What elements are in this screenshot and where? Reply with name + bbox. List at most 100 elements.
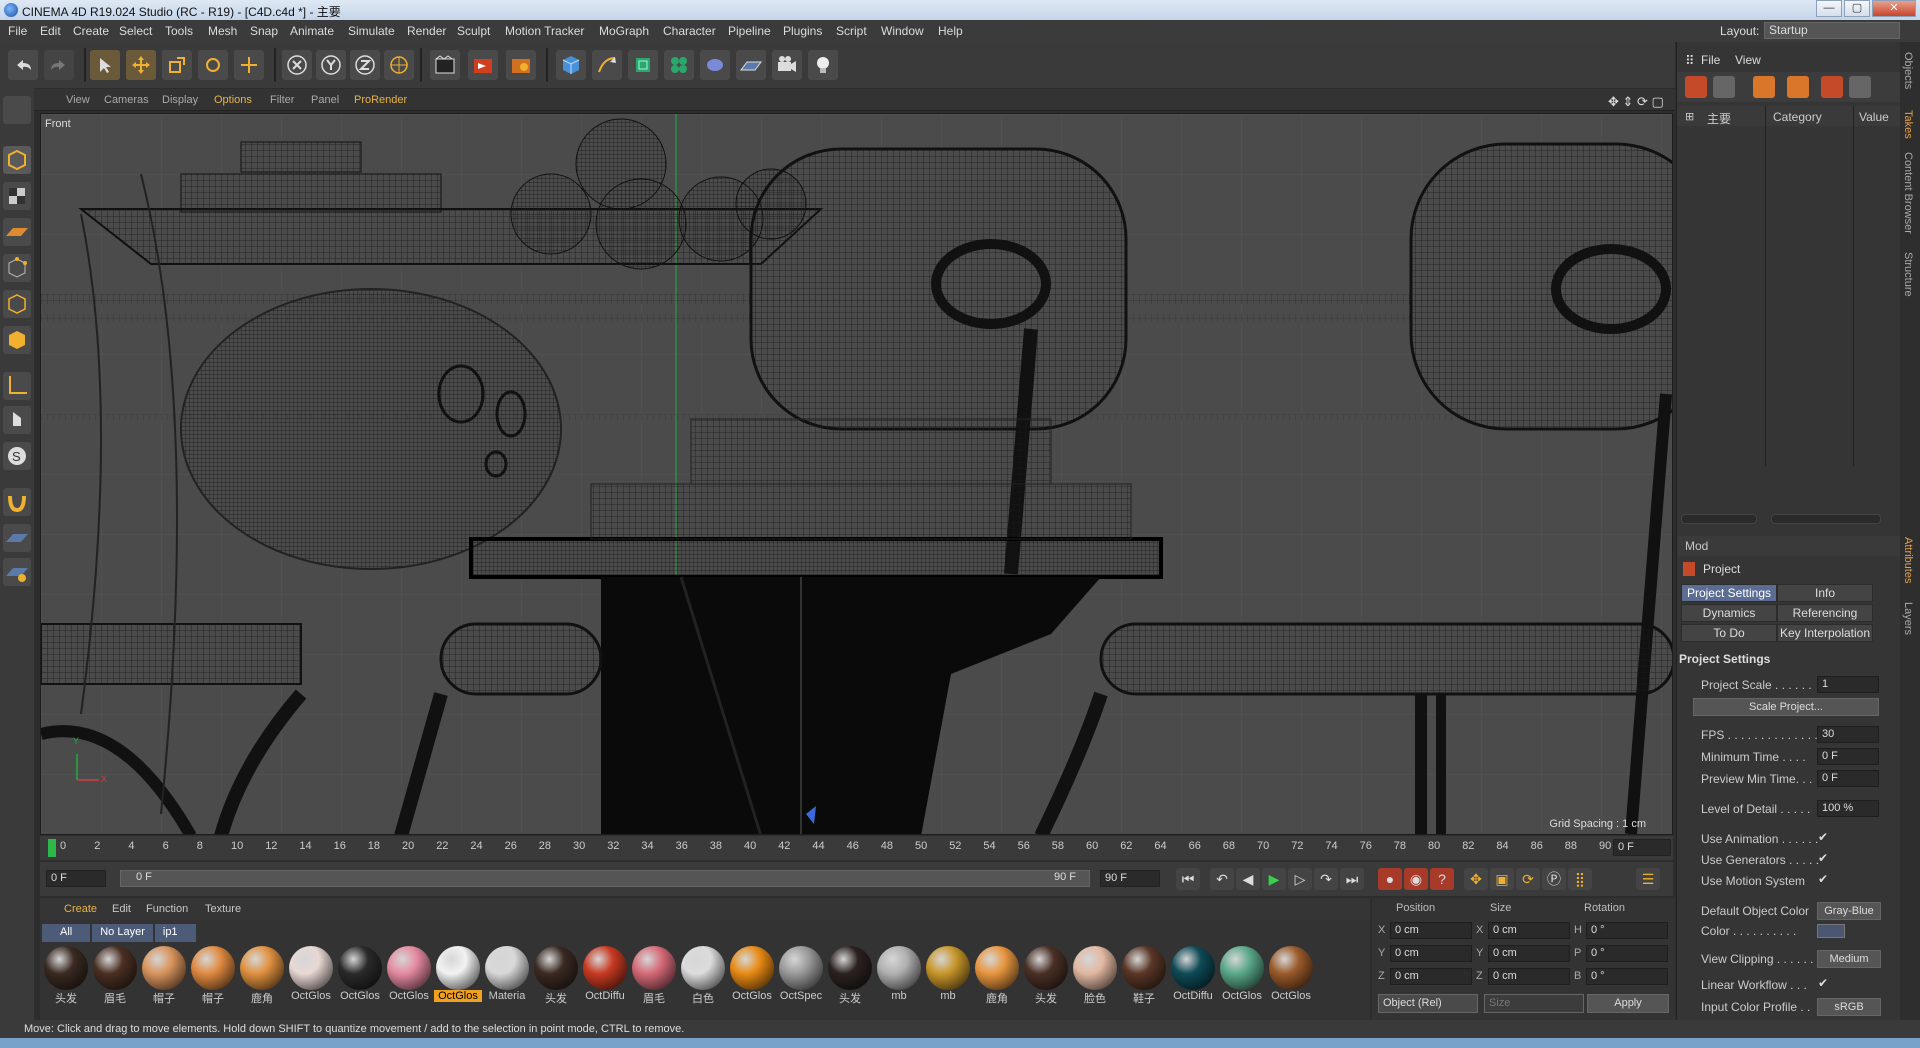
attributes-menu-mode[interactable]: Mod (1685, 539, 1708, 553)
viewport-menu-display[interactable]: Display (162, 94, 198, 106)
preview-range-slider[interactable] (120, 870, 1090, 887)
side-tab-attributes[interactable]: Attributes (1902, 537, 1914, 583)
overrides-scrollbar[interactable] (1771, 514, 1881, 524)
material-item[interactable]: 脸色 (1071, 946, 1119, 1005)
viewport-menu-options[interactable]: Options (214, 94, 252, 106)
cloner-icon[interactable] (664, 50, 694, 80)
key-pla-icon[interactable]: ⣿ (1568, 868, 1592, 890)
material-item[interactable]: 鞋子 (1120, 946, 1168, 1005)
material-item[interactable]: 头发 (42, 946, 90, 1005)
input-color-profile-select[interactable]: sRGB (1817, 998, 1881, 1016)
material-item[interactable]: OctGlos (385, 946, 433, 1004)
tab-dynamics[interactable]: Dynamics (1681, 604, 1777, 622)
use-generators-checkbox[interactable]: ✔ (1818, 851, 1832, 865)
viewport-menu-panel[interactable]: Panel (311, 94, 339, 106)
color-swatch[interactable] (1817, 924, 1845, 938)
lock-take-icon[interactable] (1849, 76, 1871, 98)
snap-enable-icon[interactable] (3, 488, 31, 516)
view-clipping-select[interactable]: Medium (1817, 950, 1881, 968)
render-settings-icon[interactable] (506, 50, 536, 80)
menu-pipeline[interactable]: Pipeline (728, 24, 771, 38)
filter-ip1[interactable]: ip1 (154, 924, 196, 942)
material-item[interactable]: 头发 (826, 946, 874, 1005)
light-object-icon[interactable] (808, 50, 838, 80)
snap-settings-icon[interactable] (3, 558, 31, 586)
material-item[interactable]: mb (924, 946, 972, 1004)
project-scale-field[interactable]: 1 (1817, 676, 1879, 693)
model-mode-icon[interactable] (3, 146, 31, 174)
render-view-icon[interactable] (430, 50, 460, 80)
material-item[interactable]: Materia (483, 946, 531, 1004)
rot-h-field[interactable]: 0 ° (1586, 922, 1668, 939)
workplane-lock-icon[interactable] (3, 524, 31, 552)
material-menu-texture[interactable]: Texture (205, 903, 241, 915)
x-axis-lock-icon[interactable] (282, 50, 312, 80)
pos-x-field[interactable]: 0 cm (1390, 922, 1472, 939)
autokey-icon[interactable]: ◉ (1404, 868, 1428, 890)
menu-edit[interactable]: Edit (40, 24, 61, 38)
rot-p-field[interactable]: 0 ° (1586, 945, 1668, 962)
prev-key-icon[interactable]: ↶ (1210, 868, 1234, 890)
menu-file[interactable]: File (8, 24, 27, 38)
default-object-color-select[interactable]: Gray-Blue (1817, 902, 1881, 920)
material-item[interactable]: OctSpec (777, 946, 825, 1004)
menu-simulate[interactable]: Simulate (348, 24, 395, 38)
floor-object-icon[interactable] (736, 50, 766, 80)
tab-to-do[interactable]: To Do (1681, 624, 1777, 642)
material-item[interactable]: OctGlos (336, 946, 384, 1004)
prev-frame-icon[interactable]: ◀ (1236, 868, 1260, 890)
render-to-picture-viewer-icon[interactable] (468, 50, 498, 80)
menu-animate[interactable]: Animate (290, 24, 334, 38)
menu-mesh[interactable]: Mesh (208, 24, 237, 38)
live-selection-icon[interactable] (90, 50, 120, 80)
menu-motion-tracker[interactable]: Motion Tracker (505, 24, 584, 38)
material-item[interactable]: 眉毛 (91, 946, 139, 1005)
menu-plugins[interactable]: Plugins (783, 24, 822, 38)
deformer-icon[interactable] (700, 50, 730, 80)
texture-mode-icon[interactable] (3, 182, 31, 210)
scheme-menu-icon[interactable]: ☰ (1636, 868, 1660, 890)
next-frame-icon[interactable]: ▷ (1288, 868, 1312, 890)
key-parameter-icon[interactable]: Ⓟ (1542, 868, 1566, 890)
material-menu-create[interactable]: Create (64, 903, 97, 915)
menu-render[interactable]: Render (407, 24, 446, 38)
rot-b-field[interactable]: 0 ° (1586, 968, 1668, 985)
start-frame-field[interactable]: 0 F (46, 870, 106, 887)
pos-y-field[interactable]: 0 cm (1390, 945, 1472, 962)
menu-create[interactable]: Create (73, 24, 109, 38)
play-icon[interactable]: ▶ (1262, 868, 1286, 890)
material-item[interactable]: OctGlos (1218, 946, 1266, 1004)
edges-mode-icon[interactable] (3, 290, 31, 318)
side-tab-takes[interactable]: Takes (1902, 110, 1914, 139)
front-viewport[interactable]: Y X Front Grid Spacing : 1 cm (40, 113, 1673, 835)
goto-end-icon[interactable]: ⏭ (1340, 868, 1364, 890)
pen-spline-icon[interactable] (592, 50, 622, 80)
material-menu-edit[interactable]: Edit (112, 903, 131, 915)
keyframe-selection-icon[interactable]: ? (1430, 868, 1454, 890)
axis-mode-icon[interactable] (3, 372, 31, 400)
cube-object-icon[interactable] (556, 50, 586, 80)
use-animation-checkbox[interactable]: ✔ (1818, 830, 1832, 844)
tab-referencing[interactable]: Referencing (1777, 604, 1873, 622)
playhead[interactable] (48, 839, 56, 857)
menu-sculpt[interactable]: Sculpt (457, 24, 490, 38)
move-tool-icon[interactable] (126, 50, 156, 80)
viewport-navigation-icons[interactable]: ✥ ⇕ ⟳ ▢ (1608, 94, 1664, 110)
key-rotation-icon[interactable]: ⟳ (1516, 868, 1540, 890)
timeline-ruler[interactable]: 0 2 4 6 8 10 12 14 16 18 20 22 24 26 28 30 32 34 36 38 40 42 4… (40, 836, 1673, 860)
scale-tool-icon[interactable] (162, 50, 192, 80)
tab-key-interpolation[interactable]: Key Interpolation (1777, 624, 1873, 642)
material-item[interactable]: mb (875, 946, 923, 1004)
use-motion-system-checkbox[interactable]: ✔ (1818, 872, 1832, 886)
preview-min-time-field[interactable]: 0 F (1817, 770, 1879, 787)
size-y-field[interactable]: 0 cm (1488, 945, 1570, 962)
coordinate-mode-select[interactable]: Object (Rel) (1378, 994, 1478, 1013)
make-editable-icon[interactable] (3, 96, 31, 124)
menu-select[interactable]: Select (119, 24, 152, 38)
material-item[interactable]: 头发 (532, 946, 580, 1005)
material-item[interactable]: 帽子 (140, 946, 188, 1005)
render-take-icon[interactable] (1821, 76, 1843, 98)
viewport-menu-prorender[interactable]: ProRender (354, 94, 407, 106)
material-item[interactable]: 鹿角 (973, 946, 1021, 1005)
solo-mode-icon[interactable]: S (3, 442, 31, 470)
